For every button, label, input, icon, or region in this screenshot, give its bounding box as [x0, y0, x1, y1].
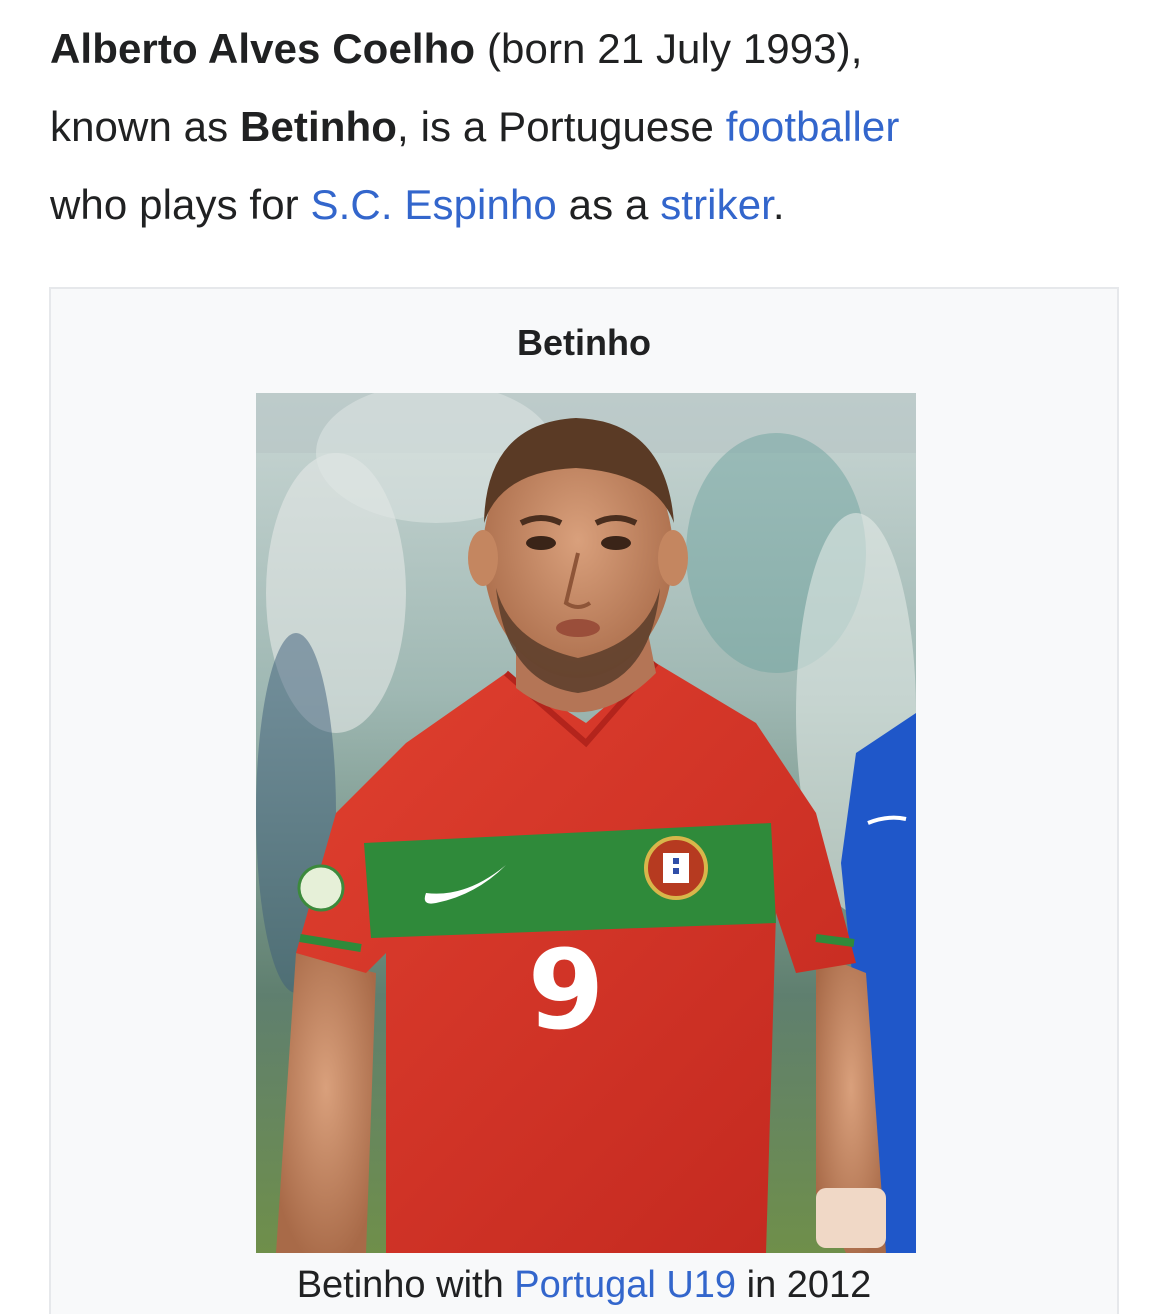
player-photo[interactable]: 9	[256, 393, 916, 1253]
infobox: Betinho 9 Betinho with Portugal U19 in 2…	[49, 287, 1119, 1314]
photo-caption: Betinho with Portugal U19 in 2012	[51, 1261, 1117, 1309]
link-portugal-u19[interactable]: Portugal U19	[514, 1264, 736, 1306]
article-subject-name: Alberto Alves Coelho	[50, 25, 476, 72]
born-text: (born 21 July 1993),	[475, 25, 863, 72]
caption-text: Betinho with	[296, 1264, 515, 1306]
article-nickname: Betinho	[240, 103, 398, 150]
player-photo-illustration: 9	[256, 393, 916, 1253]
as-a-text: as a	[556, 181, 661, 228]
article-lead-paragraph: Alberto Alves Coelho (born 21 July 1993)…	[50, 10, 1130, 244]
shirt-number: 9	[528, 926, 605, 1054]
infobox-title: Betinho	[517, 322, 651, 363]
plays-for-text: who plays for	[50, 181, 311, 228]
nationality-text: , is a Portuguese	[397, 103, 726, 150]
link-position[interactable]: striker	[660, 181, 773, 228]
known-as-text: known as	[50, 103, 241, 150]
caption-year: in 2012	[736, 1264, 872, 1306]
link-footballer[interactable]: footballer	[726, 103, 900, 150]
portugal-crest-icon	[644, 836, 708, 900]
link-club[interactable]: S.C. Espinho	[311, 181, 557, 228]
period-text: .	[772, 181, 785, 228]
